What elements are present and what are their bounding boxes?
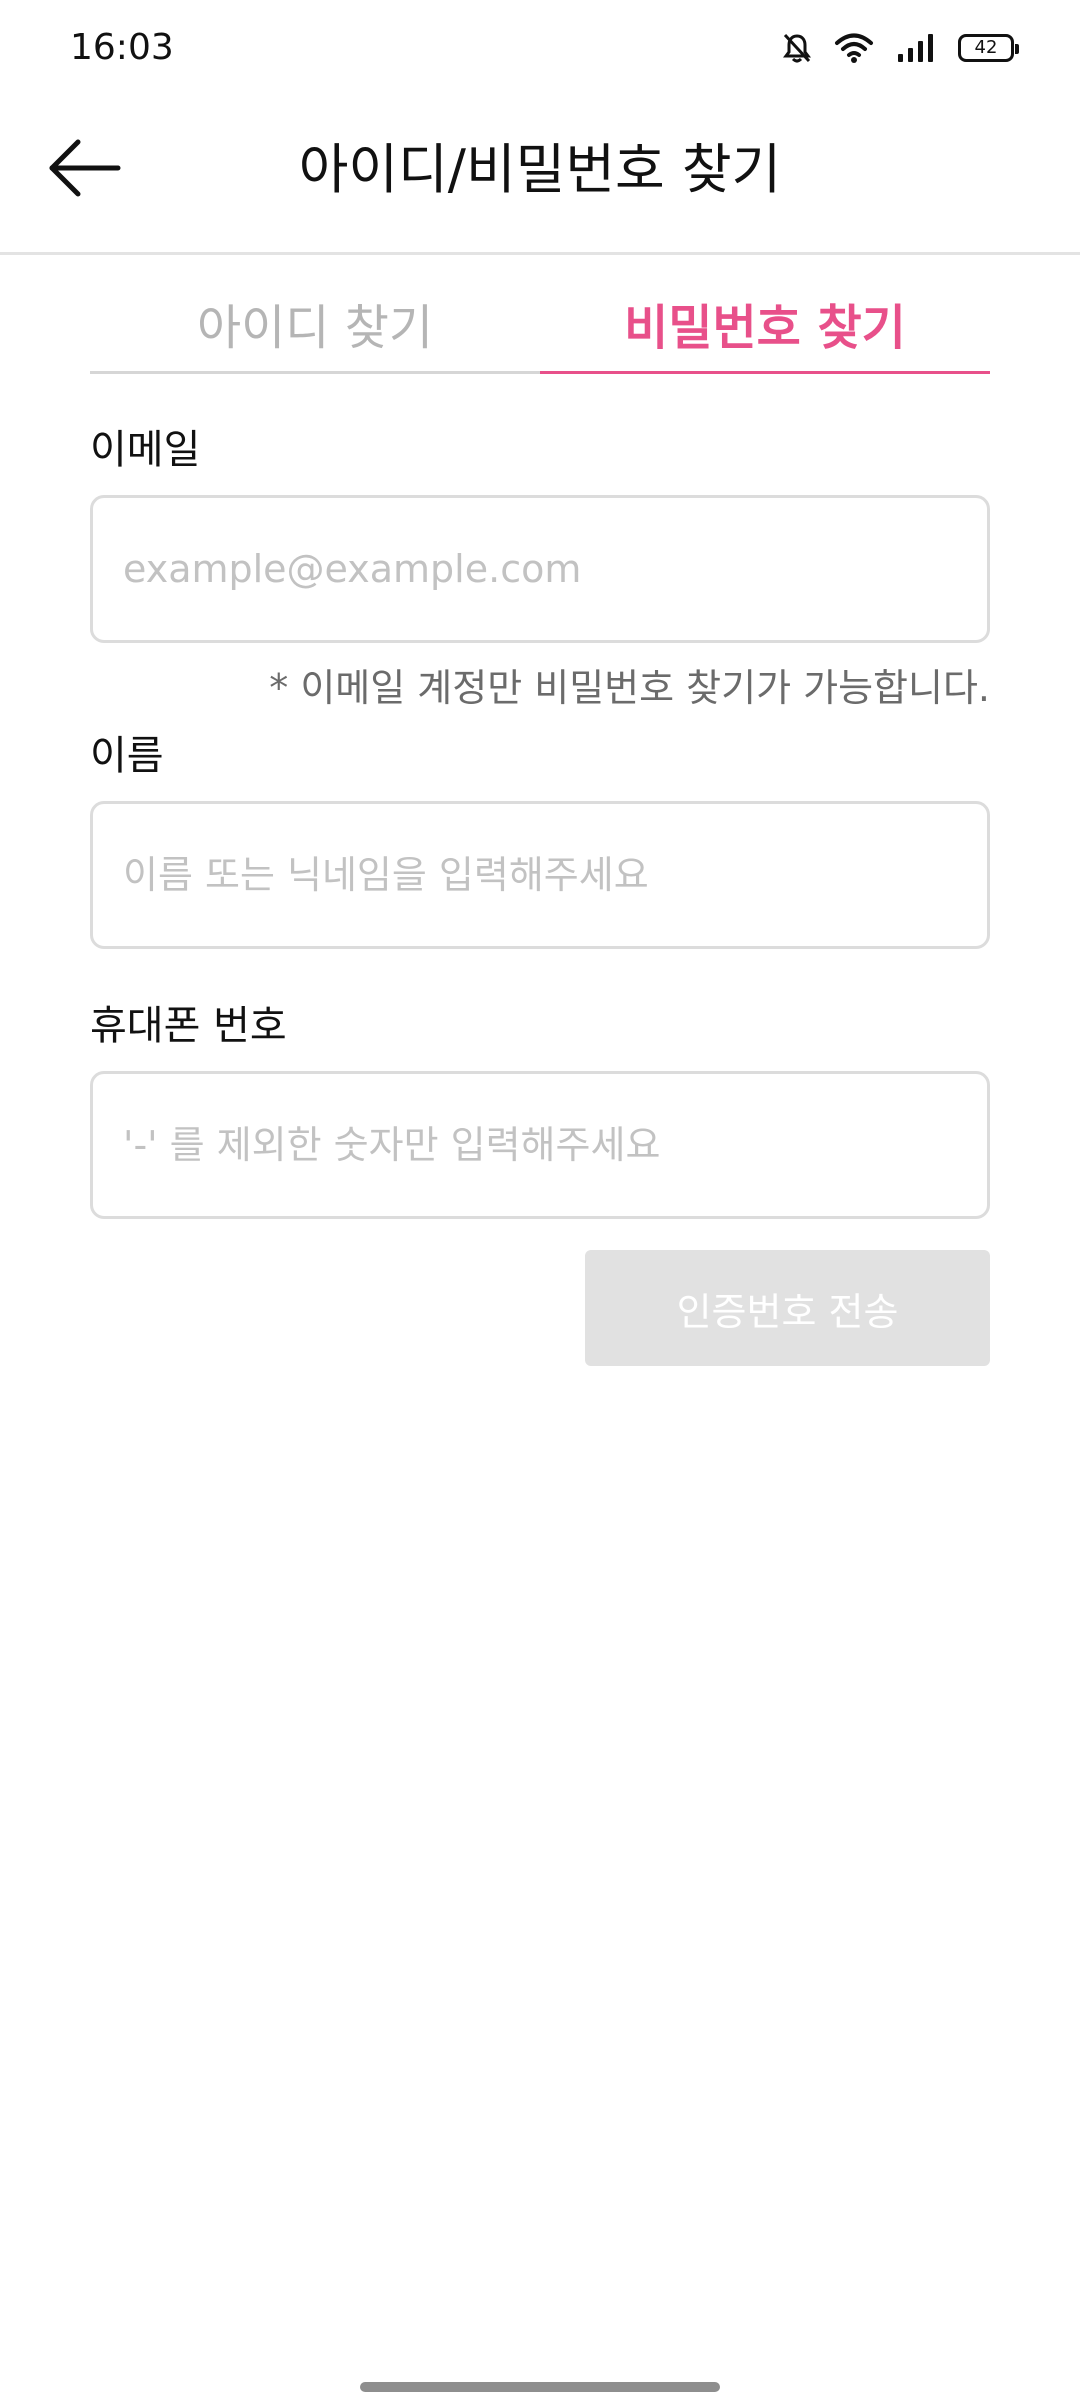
- bell-off-icon: [782, 32, 812, 64]
- tab-find-id[interactable]: 아이디 찾기: [90, 290, 540, 374]
- name-field-box: [90, 801, 990, 949]
- email-field-box: [90, 495, 990, 643]
- email-input[interactable]: [93, 498, 987, 640]
- status-time: 16:03: [70, 27, 174, 68]
- email-label: 이메일: [90, 427, 201, 473]
- phone-label: 휴대폰 번호: [90, 1003, 287, 1049]
- email-note: * 이메일 계정만 비밀번호 찾기가 가능합니다.: [269, 666, 990, 710]
- wifi-icon: [834, 32, 874, 64]
- page-title: 아이디/비밀번호 찾기: [298, 138, 782, 201]
- phone-input[interactable]: [93, 1074, 987, 1216]
- header: 아이디/비밀번호 찾기: [0, 96, 1080, 255]
- tab-find-password[interactable]: 비밀번호 찾기: [540, 290, 990, 374]
- status-bar: 16:03 42: [0, 0, 1080, 96]
- name-input[interactable]: [93, 804, 987, 946]
- signal-icon: [896, 32, 936, 64]
- phone-field-box: [90, 1071, 990, 1219]
- home-indicator[interactable]: [360, 2382, 720, 2392]
- send-verification-code-button[interactable]: 인증번호 전송: [585, 1250, 990, 1366]
- tab-bar: 아이디 찾기 비밀번호 찾기: [90, 290, 990, 374]
- status-icons: 42: [782, 28, 1019, 68]
- name-label: 이름: [90, 733, 164, 779]
- battery-icon: 42: [958, 34, 1019, 62]
